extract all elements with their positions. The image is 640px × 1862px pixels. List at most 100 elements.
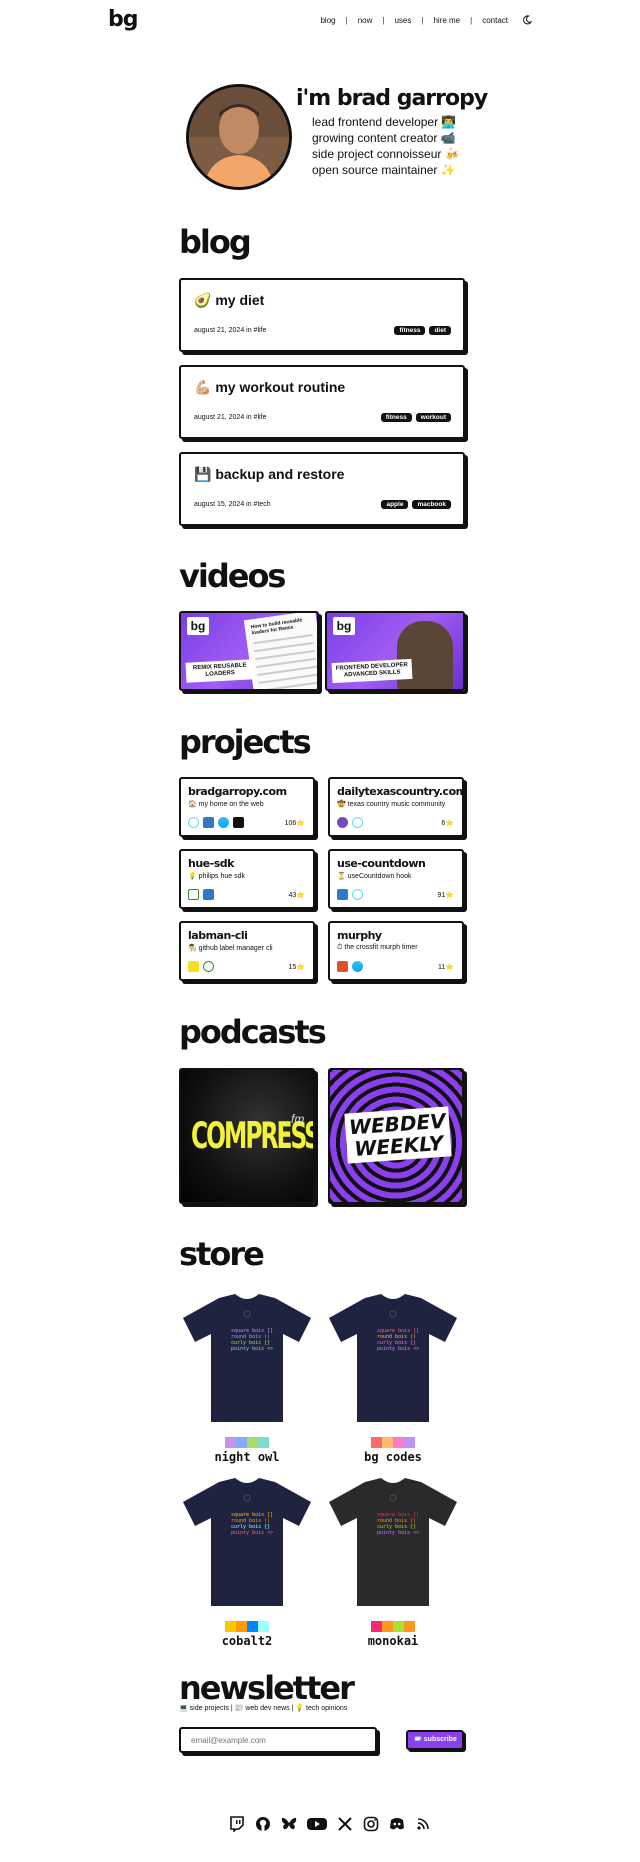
project-desc: 💡 philips hue sdk: [188, 873, 245, 880]
project-card[interactable]: murphy ⏱ the crossfit murph timer 11⭐: [328, 921, 464, 981]
tshirt-image: square bois [] round bois () curly bois …: [329, 1478, 457, 1606]
podcast-name: WEBDEV WEEKLY: [344, 1106, 452, 1164]
section-title-blog: blog: [179, 223, 252, 261]
x-icon[interactable]: [337, 1816, 353, 1832]
tagline: lead frontend developer 👨‍💻: [312, 115, 457, 129]
tagline: growing content creator 📹: [312, 131, 456, 145]
rss-icon[interactable]: [415, 1816, 431, 1832]
project-card[interactable]: hue-sdk 💡 philips hue sdk 43⭐: [179, 849, 315, 909]
tagline: side project connoisseur 🍻: [312, 147, 460, 161]
blog-card[interactable]: 🥑 my diet august 21, 2024 in #life fitne…: [179, 278, 465, 352]
javascript-icon: [188, 961, 199, 972]
logo[interactable]: bg: [108, 9, 138, 31]
moon-icon[interactable]: [522, 15, 533, 25]
svg-text:pointy bois <>: pointy bois <>: [231, 1530, 273, 1536]
bluesky-icon[interactable]: [281, 1816, 297, 1832]
podcast-webdev-weekly[interactable]: WEBDEV WEEKLY: [328, 1068, 464, 1204]
nav-hire-me[interactable]: hire me: [433, 16, 460, 25]
podcast-compressed[interactable]: COMPRESSED fm: [179, 1068, 315, 1204]
tag[interactable]: fitness: [380, 413, 412, 422]
discord-icon[interactable]: [389, 1816, 405, 1832]
store-item[interactable]: square bois [] round bois () curly bois …: [179, 1290, 315, 1464]
main-nav: blog | now | uses | hire me | contact: [320, 15, 533, 25]
github-icon[interactable]: [255, 1816, 271, 1832]
star-count: 43⭐: [288, 892, 305, 899]
star-count: 6⭐: [441, 820, 454, 827]
tshirt-image: square bois [] round bois () curly bois …: [183, 1478, 311, 1606]
star-count: 91⭐: [437, 892, 454, 899]
project-name: murphy: [337, 929, 382, 942]
html5-icon: [337, 961, 348, 972]
video-thumbnail[interactable]: bg FRONTEND DEVELOPER ADVANCED SKILLS: [325, 611, 465, 691]
store-item[interactable]: square bois [] round bois () curly bois …: [325, 1290, 461, 1464]
project-card[interactable]: bradgarropy.com 🏠 my home on the web 106…: [179, 777, 315, 837]
store-item[interactable]: square bois [] round bois () curly bois …: [325, 1474, 461, 1648]
react-icon: [188, 817, 199, 828]
email-input[interactable]: [179, 1727, 377, 1753]
tshirt-image: square bois [] round bois () curly bois …: [329, 1294, 457, 1422]
tag[interactable]: apple: [381, 500, 409, 509]
project-card[interactable]: dailytexascountry.com 🤠 texas country mu…: [328, 777, 467, 837]
video-label: REMIX REUSABLE LOADERS: [185, 658, 255, 683]
newsletter-subtitle: 💻 side projects | 📰 web dev news | 💡 tec…: [179, 1705, 348, 1712]
nodejs-icon: [203, 961, 214, 972]
color-swatch: [325, 1621, 461, 1632]
tailwind-icon: [352, 961, 363, 972]
blog-card[interactable]: 💾 backup and restore august 15, 2024 in …: [179, 452, 465, 526]
section-title-newsletter: newsletter: [179, 1669, 355, 1707]
nav-uses[interactable]: uses: [394, 16, 411, 25]
project-name: hue-sdk: [188, 857, 234, 870]
video-thumbnail[interactable]: How to build reusable loaders for Remix …: [179, 611, 319, 691]
remix-icon: [233, 817, 244, 828]
svg-text:pointy bois <>: pointy bois <>: [377, 1346, 419, 1352]
project-card[interactable]: labman-cli 👨‍🔬 github label manager cli …: [179, 921, 315, 981]
redux-icon: [337, 817, 348, 828]
typescript-icon: [337, 889, 348, 900]
color-swatch: [325, 1437, 461, 1448]
store-item-name: cobalt2: [221, 1634, 273, 1648]
subscribe-button[interactable]: 📨 subscribe: [406, 1730, 464, 1750]
project-name: dailytexascountry.com: [337, 785, 467, 798]
project-name: use-countdown: [337, 857, 426, 870]
project-desc: ⏳ useCountdown hook: [337, 873, 412, 880]
person-image: [397, 621, 453, 689]
video-doc-image: How to build reusable loaders for Remix: [243, 613, 317, 689]
blog-title: 💪🏼 my workout routine: [194, 379, 346, 395]
tag[interactable]: fitness: [394, 326, 426, 335]
store-item-name: bg codes: [364, 1450, 422, 1464]
blog-title: 💾 backup and restore: [194, 466, 345, 482]
star-count: 106⭐: [284, 820, 305, 827]
react-icon: [352, 889, 363, 900]
tagline: open source maintainer ✨: [312, 163, 456, 177]
social-links: [229, 1816, 431, 1833]
tag[interactable]: workout: [415, 413, 451, 422]
svg-text:pointy bois <>: pointy bois <>: [231, 1346, 273, 1352]
nodejs-icon: [188, 889, 199, 900]
store-item[interactable]: square bois [] round bois () curly bois …: [179, 1474, 315, 1648]
youtube-icon[interactable]: [307, 1816, 327, 1832]
tag[interactable]: macbook: [412, 500, 451, 509]
store-item-name: night owl: [214, 1450, 280, 1464]
bg-logo: bg: [187, 617, 209, 635]
instagram-icon[interactable]: [363, 1816, 379, 1832]
twitch-icon[interactable]: [229, 1816, 245, 1833]
star-count: 11⭐: [438, 964, 454, 971]
project-card[interactable]: use-countdown ⏳ useCountdown hook 91⭐: [328, 849, 464, 909]
store-item-name: monokai: [367, 1634, 419, 1648]
nav-contact[interactable]: contact: [482, 16, 508, 25]
tailwind-icon: [218, 817, 229, 828]
tag[interactable]: diet: [429, 326, 451, 335]
podcast-suffix: fm: [291, 1112, 305, 1126]
project-name: labman-cli: [188, 929, 248, 942]
site-header: bg blog | now | uses | hire me | contact: [108, 8, 533, 32]
hero-taglines: lead frontend developer 👨‍💻 growing cont…: [312, 114, 460, 178]
tshirt-image: square bois [] round bois () curly bois …: [183, 1294, 311, 1422]
project-name: bradgarropy.com: [188, 785, 287, 798]
section-title-store: store: [179, 1235, 265, 1273]
project-desc: ⏱ the crossfit murph timer: [337, 944, 418, 951]
nav-blog[interactable]: blog: [320, 16, 335, 25]
blog-card[interactable]: 💪🏼 my workout routine august 21, 2024 in…: [179, 365, 465, 439]
video-label: FRONTEND DEVELOPER ADVANCED SKILLS: [331, 658, 413, 684]
nav-now[interactable]: now: [358, 16, 373, 25]
blog-meta: august 21, 2024 in #life: [194, 414, 267, 421]
